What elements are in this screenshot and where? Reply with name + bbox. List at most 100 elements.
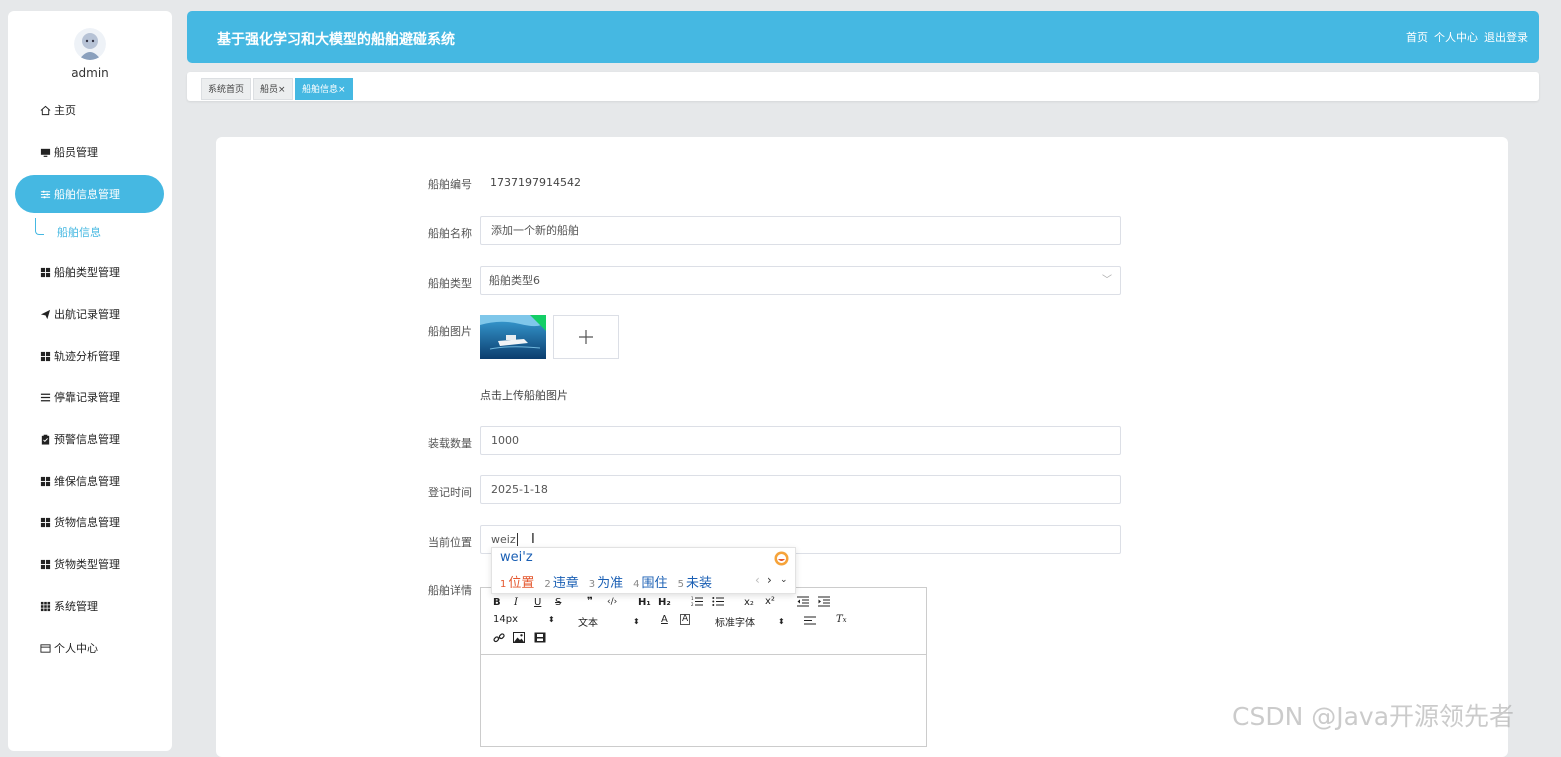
tab-ship-info[interactable]: 船舶信息× xyxy=(295,78,353,100)
ime-next-icon[interactable]: › xyxy=(767,573,772,587)
ime-candidates: 1 位置 2 违章 3 为准 4 围住 5 未装 xyxy=(500,572,712,591)
sidebar-item-label: 船舶信息管理 xyxy=(54,188,120,201)
sidebar-item-label: 预警信息管理 xyxy=(54,433,120,446)
register-time-input[interactable]: 2025-1-18 xyxy=(480,475,1121,504)
sidebar-item-label: 货物类型管理 xyxy=(54,558,120,571)
capacity-label: 装载数量 xyxy=(428,437,472,450)
ship-type-select[interactable]: 船舶类型6 ﹀ xyxy=(480,266,1121,295)
superscript-icon[interactable]: x² xyxy=(765,596,775,607)
clear-format-icon[interactable]: Tx xyxy=(836,614,847,625)
candidate-number: 2 xyxy=(544,579,551,590)
card-icon xyxy=(39,642,51,654)
sidebar-item-label: 维保信息管理 xyxy=(54,475,120,488)
ship-type-label: 船舶类型 xyxy=(428,277,472,290)
font-family-select[interactable]: 标准字体 ⬍ xyxy=(715,614,785,629)
editor-content-area[interactable] xyxy=(481,655,926,745)
ime-candidate[interactable]: 3 为准 xyxy=(589,572,623,591)
sidebar-item-trajectory[interactable]: 轨迹分析管理 xyxy=(15,337,164,375)
sidebar-item-cargo-info[interactable]: 货物信息管理 xyxy=(15,503,164,541)
grid-icon xyxy=(39,475,51,487)
ordered-list-icon[interactable]: 12 xyxy=(691,596,703,607)
ship-no-label: 船舶编号 xyxy=(428,178,472,191)
sidebar-item-profile[interactable]: 个人中心 xyxy=(15,629,164,667)
tab-close-icon[interactable]: × xyxy=(278,85,286,95)
position-label: 当前位置 xyxy=(428,536,472,549)
image-icon[interactable] xyxy=(513,632,525,643)
ime-expand-icon[interactable]: ⌄ xyxy=(780,575,788,585)
avatar[interactable] xyxy=(74,28,106,60)
bullet-list-icon[interactable] xyxy=(712,596,724,607)
home-icon xyxy=(39,104,51,116)
list-icon xyxy=(39,391,51,403)
sidebar-item-docking[interactable]: 停靠记录管理 xyxy=(15,378,164,416)
quote-icon[interactable]: ❞ xyxy=(587,596,593,607)
background-color-icon[interactable]: A xyxy=(680,614,691,625)
ime-candidate-popup: wei'z 1 位置 2 违章 3 为准 4 围住 5 未装 ‹ › ⌄ xyxy=(491,547,796,594)
tab-label: 船员 xyxy=(260,85,279,95)
sidebar-item-crew[interactable]: 船员管理 xyxy=(15,133,164,171)
image-upload-button[interactable] xyxy=(553,315,619,359)
ime-candidate[interactable]: 5 未装 xyxy=(678,572,712,591)
sidebar-item-warning[interactable]: 预警信息管理 xyxy=(15,420,164,458)
ship-name-input[interactable]: 添加一个新的船舶 xyxy=(480,216,1121,245)
video-icon[interactable] xyxy=(534,632,546,643)
outdent-icon[interactable] xyxy=(797,596,809,607)
tab-crew[interactable]: 船员× xyxy=(253,78,293,100)
sidebar-item-system[interactable]: 系统管理 xyxy=(15,587,164,625)
sidebar-item-label: 系统管理 xyxy=(54,600,98,613)
header-link-home[interactable]: 首页 xyxy=(1406,29,1428,45)
ime-logo-icon xyxy=(774,551,789,569)
watermark: CSDN @Java开源领先者 xyxy=(1232,702,1515,731)
candidate-number: 1 xyxy=(500,579,507,590)
align-icon[interactable] xyxy=(804,616,816,626)
header-link-profile[interactable]: 个人中心 xyxy=(1434,29,1478,45)
heading1-icon[interactable]: H₁ xyxy=(638,597,651,608)
ime-candidate[interactable]: 4 围住 xyxy=(633,572,667,591)
grid-icon xyxy=(39,266,51,278)
grid-icon xyxy=(39,558,51,570)
underline-icon[interactable]: U xyxy=(534,597,541,608)
apps-icon xyxy=(39,600,51,612)
sidebar-item-label: 船员管理 xyxy=(54,146,98,159)
font-color-icon[interactable]: A xyxy=(661,614,668,625)
italic-icon[interactable]: I xyxy=(514,597,518,608)
sidebar-item-home[interactable]: 主页 xyxy=(15,91,164,129)
sidebar-item-ship-type[interactable]: 船舶类型管理 xyxy=(15,253,164,291)
sidebar-item-ship-info[interactable]: 船舶信息管理 xyxy=(15,175,164,213)
link-icon[interactable] xyxy=(493,632,505,644)
candidate-text: 位置 xyxy=(508,576,535,591)
sidebar-item-cargo-type[interactable]: 货物类型管理 xyxy=(15,545,164,583)
details-label: 船舶详情 xyxy=(428,584,472,597)
tab-label: 船舶信息 xyxy=(302,85,339,95)
rich-text-editor[interactable]: B I U S ❞ ‹/› H₁ H₂ 12 x₂ x² 14px ⬍ 文本 ⬍ A… xyxy=(480,587,927,747)
tab-system-home[interactable]: 系统首页 xyxy=(201,78,252,100)
header-link-logout[interactable]: 退出登录 xyxy=(1484,29,1528,45)
sidebar-item-maintenance[interactable]: 维保信息管理 xyxy=(15,462,164,500)
username: admin xyxy=(71,66,109,80)
subscript-icon[interactable]: x₂ xyxy=(744,597,754,608)
sidebar-subitem-ship-info[interactable]: 船舶信息 xyxy=(57,224,101,240)
editor-toolbar: B I U S ❞ ‹/› H₁ H₂ 12 x₂ x² 14px ⬍ 文本 ⬍ A… xyxy=(481,588,926,655)
candidate-text: 未装 xyxy=(685,576,712,591)
font-size-select[interactable]: 14px ⬍ xyxy=(493,614,555,625)
indent-icon[interactable] xyxy=(818,596,830,607)
ship-image-thumbnail[interactable] xyxy=(480,315,546,359)
heading2-icon[interactable]: H₂ xyxy=(658,597,671,608)
ime-candidate[interactable]: 1 位置 xyxy=(500,572,534,591)
ship-image-label: 船舶图片 xyxy=(428,325,472,338)
bold-icon[interactable]: B xyxy=(493,597,501,608)
ime-prev-icon[interactable]: ‹ xyxy=(755,573,760,587)
app-title: 基于强化学习和大模型的船舶避碰系统 xyxy=(217,32,455,48)
candidate-number: 5 xyxy=(677,579,684,590)
candidate-text: 为准 xyxy=(597,576,624,591)
strikethrough-icon[interactable]: S xyxy=(555,597,561,608)
text-type-value: 文本 xyxy=(578,618,598,629)
candidate-number: 3 xyxy=(588,579,596,590)
text-type-select[interactable]: 文本 ⬍ xyxy=(578,614,640,629)
sidebar-item-voyage-records[interactable]: 出航记录管理 xyxy=(15,295,164,333)
tab-close-icon[interactable]: × xyxy=(338,85,346,95)
ime-candidate[interactable]: 2 违章 xyxy=(544,572,578,591)
code-icon[interactable]: ‹/› xyxy=(607,597,617,607)
updown-icon: ⬍ xyxy=(633,617,640,626)
capacity-input[interactable]: 1000 xyxy=(480,426,1121,455)
